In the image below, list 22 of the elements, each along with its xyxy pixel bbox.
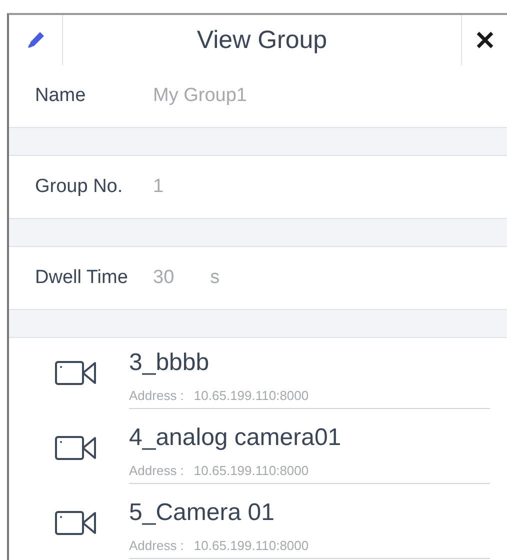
field-value: 1 (153, 176, 164, 198)
field-label: Name (35, 85, 87, 107)
device-name[interactable]: 4_analog camera01 (129, 423, 490, 453)
pencil-icon (26, 30, 46, 50)
address-value: 10.65.199.110:8000 (194, 538, 309, 553)
address-label: Address : (129, 463, 184, 478)
video-camera-icon (55, 360, 97, 386)
video-camera-icon (55, 510, 97, 536)
field-label: Group No. (35, 176, 124, 198)
address-label: Address : (129, 388, 184, 403)
dialog-title: View Group (196, 24, 328, 56)
address-value: 10.65.199.110:8000 (194, 463, 309, 478)
unit-label: s (210, 267, 220, 289)
device-name[interactable]: 3_bbbb (129, 348, 490, 378)
address-label: Address : (129, 538, 184, 553)
field-label: Dwell Time (35, 267, 129, 289)
field-value: 30 (153, 267, 174, 289)
address-value: 10.65.199.110:8000 (194, 388, 309, 403)
video-camera-icon (55, 435, 97, 461)
close-icon (474, 30, 494, 50)
device-name[interactable]: 5_Camera 01 (129, 498, 490, 528)
field-value: My Group1 (153, 85, 247, 107)
